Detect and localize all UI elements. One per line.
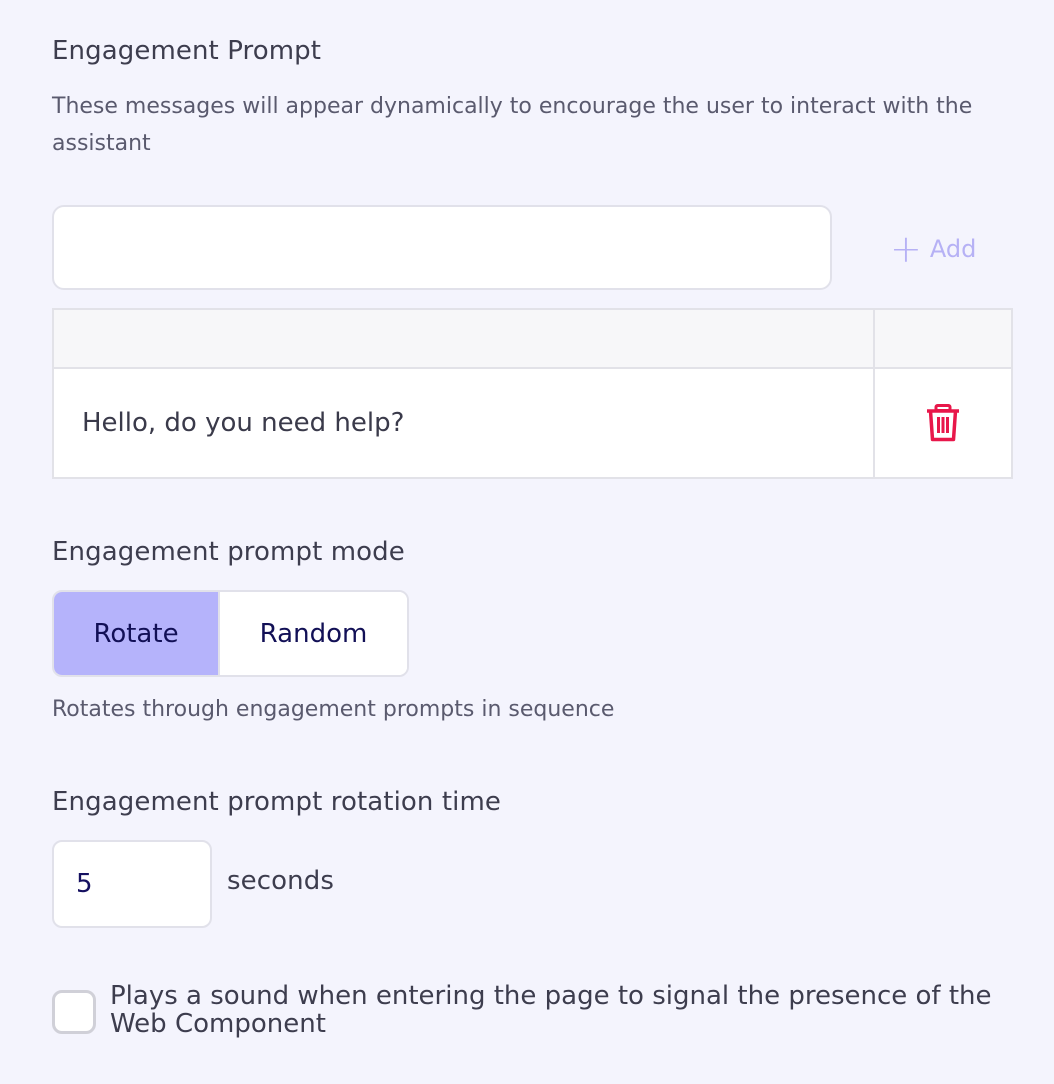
delete-prompt-button[interactable] — [873, 367, 1013, 479]
table-row: Hello, do you need help? — [52, 367, 1013, 479]
mode-option-rotate[interactable]: Rotate — [54, 592, 218, 675]
table-header-row — [52, 308, 1013, 369]
table-header-text — [52, 308, 875, 369]
engagement-prompts-table: Hello, do you need help? — [52, 308, 1013, 479]
mode-option-random[interactable]: Random — [218, 592, 407, 675]
table-header-actions — [873, 308, 1013, 369]
trash-icon — [927, 404, 959, 442]
rotation-time-title: Engagement prompt rotation time — [52, 787, 501, 817]
sound-checkbox-label[interactable]: Plays a sound when entering the page to … — [110, 982, 1030, 1038]
sound-checkbox[interactable] — [52, 990, 96, 1034]
add-prompt-button[interactable]: + Add — [890, 228, 976, 270]
prompt-text: Hello, do you need help? — [52, 367, 875, 479]
mode-help-text: Rotates through engagement prompts in se… — [52, 697, 615, 722]
rotation-time-input[interactable]: 5 — [52, 840, 212, 928]
mode-segmented-control: Rotate Random — [52, 590, 409, 677]
engagement-prompt-input[interactable] — [52, 205, 832, 290]
engagement-prompt-description: These messages will appear dynamically t… — [52, 94, 973, 156]
add-button-label: Add — [929, 235, 977, 263]
engagement-prompt-title: Engagement Prompt — [52, 36, 322, 66]
rotation-time-unit: seconds — [227, 866, 334, 896]
mode-title: Engagement prompt mode — [52, 537, 405, 567]
plus-icon: + — [890, 227, 922, 271]
